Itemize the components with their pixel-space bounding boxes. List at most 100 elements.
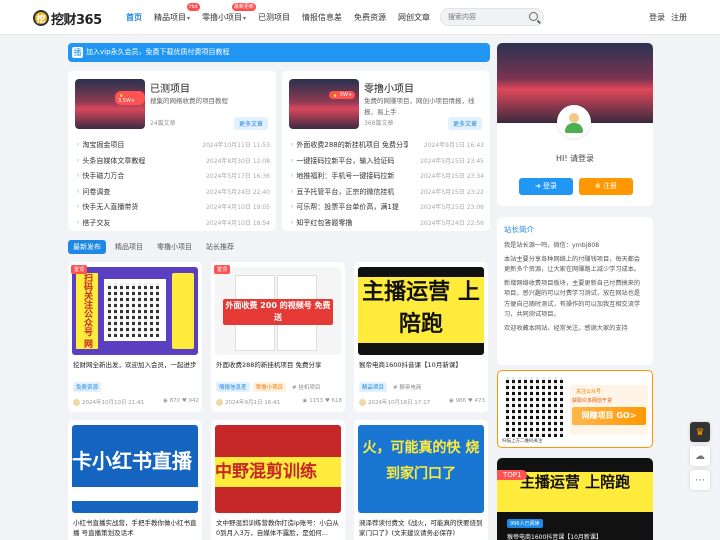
more-articles-button[interactable]: 更多文章 [233, 117, 268, 130]
crown-icon[interactable]: ♛ [690, 422, 710, 442]
post-tag[interactable]: # 挂机项目 [289, 382, 323, 392]
post-thumbnail[interactable]: 外面收费 200 的视频号 免费送 [215, 267, 341, 355]
post-title[interactable]: 外面收费288的新挂机项目 免费分享 [216, 360, 340, 380]
category-thumbnail[interactable]: 🔥 3.5W+ [75, 79, 145, 129]
list-item[interactable]: 问卷调查2024年5月24日 22:40 [76, 185, 270, 201]
like-icon: ♥ [181, 398, 187, 404]
list-item[interactable]: 外面收费288的新挂机项目 免费分享2024年9月1日 16:43 [290, 138, 484, 154]
nav-free[interactable]: 免费资源 [348, 0, 392, 35]
logo-text: 挖财365 [51, 12, 102, 28]
login-link[interactable]: 登录 [649, 13, 665, 22]
list-item[interactable]: 淘宝掘金项目2024年10月11日 11:53 [76, 138, 270, 154]
more-icon[interactable]: ⋯ [690, 470, 710, 490]
top-post-card[interactable]: 主播运营 上陪跑 TOP1 996人已阅读 猴帝电商1600抖音课【10月新课】 [497, 458, 653, 540]
nav-home[interactable]: 首页 [120, 0, 148, 35]
like-count: 618 [331, 398, 343, 404]
intro-paragraph: 本站主要分享各种网络上的付赚钱项目，每天都会更新多个资源，让大家在网赚路上减少学… [504, 255, 641, 274]
wechat-qr-card[interactable]: 扫描上方二维码关注 关注公众号 获取众多网创干货 网赚项目 GO> [497, 370, 653, 448]
list-item[interactable]: 一键接码拉新平台，输入验证码2024年5月25日 23:45 [290, 154, 484, 170]
post-tag[interactable]: 精品项目 [359, 382, 388, 392]
post-card[interactable]: 扫码关注公众号 网创干货不迷路 置顶 挖财网全新出发，欢迎加入会员，一起进步 免… [68, 262, 202, 412]
post-title[interactable]: 挖财网全新出发，欢迎加入会员，一起进步 [73, 360, 197, 380]
nav-articles[interactable]: 网创文章 [392, 0, 436, 35]
post-thumbnail[interactable]: 中野混剪训练 [215, 425, 341, 513]
post-title[interactable]: 文中野混剪训练营教你打造ip账号：小白从0到月入3万，自媒体不露脸，是如何... [216, 518, 340, 538]
promo-text: 关注公众号 [576, 389, 602, 395]
search-box [440, 8, 544, 26]
nav-tested[interactable]: 已测项目 [252, 0, 296, 35]
category-card-zero: 🔥 5W+ 零撸小项目 免费的网赚项目，网创小项目情报，线报，易上手 368篇文… [282, 71, 490, 231]
post-card[interactable]: 主播运营 上陪跑 猴帝电商1600抖音课【10月新课】 精品项目 # 猴帝电商 … [354, 262, 488, 412]
qr-promo: 关注公众号 获取众多网创干货 网赚项目 GO> [570, 385, 648, 435]
nav-featured[interactable]: 精品项目▾ Hot [148, 0, 201, 35]
list-item[interactable]: 地推福利：手机号一键接码拉新2024年5月25日 23:34 [290, 169, 484, 185]
post-thumbnail[interactable]: 扫码关注公众号 网创干货不迷路 [72, 267, 198, 355]
category-title[interactable]: 零撸小项目 [364, 80, 414, 95]
top-post-title[interactable]: 猴帝电商1600抖音课【10月新课】 [507, 532, 602, 540]
site-logo[interactable]: 挖 挖财365 [33, 8, 102, 28]
category-title[interactable]: 已测项目 [150, 80, 190, 95]
search-input[interactable] [441, 9, 521, 25]
search-icon[interactable] [529, 12, 538, 21]
category-thumbnail[interactable]: 🔥 5W+ [289, 79, 359, 129]
post-title[interactable]: 小红书直播实战营，手把手教你做小红书直播 号直播策划及话术 [73, 518, 197, 538]
intro-paragraph: 我是站长源一鸣，微信：ymbj808 [504, 242, 600, 249]
login-button[interactable]: ➜ 登录 [519, 178, 573, 195]
list-item[interactable]: 亘予托管平台，正宗的微信挂机2024年5月25日 23:22 [290, 185, 484, 201]
list-item[interactable]: 知乎红包答题零撸2024年5月24日 22:56 [290, 216, 484, 232]
tab-zero[interactable]: 零撸小项目 [152, 240, 197, 254]
logo-icon: 挖 [33, 10, 49, 26]
register-link[interactable]: 注册 [671, 13, 687, 22]
tab-featured[interactable]: 精品项目 [110, 240, 148, 254]
post-tag[interactable]: 免费资源 [73, 382, 102, 392]
wechat-icon[interactable]: ☁ [690, 446, 710, 466]
chevron-down-icon: ▾ [187, 15, 191, 22]
avatar [359, 399, 366, 406]
nav-info[interactable]: 情报信息差 [296, 0, 348, 35]
post-title[interactable]: 猴帝电商1600抖音课【10月新课】 [359, 360, 483, 380]
post-tags: 情报信息差 零撸小项目 # 挂机项目 [216, 382, 323, 392]
post-image-decoration [172, 273, 194, 349]
list-item[interactable]: 快手无人直播带货2024年4月10日 19:05 [76, 200, 270, 216]
like-count: 473 [474, 398, 486, 404]
post-card[interactable]: 外面收费 200 的视频号 免费送 置顶 外面收费288的新挂机项目 免费分享 … [211, 262, 345, 412]
list-item[interactable]: 可乐帮：投票平台单价高，满1提2024年5月25日 23:06 [290, 200, 484, 216]
post-date: 2024年10月18日 17:17 [368, 400, 431, 406]
promo-banner: 网赚项目 GO> [572, 407, 646, 425]
tab-latest[interactable]: 最新发布 [68, 240, 106, 254]
tab-recommended[interactable]: 站长推荐 [201, 240, 239, 254]
post-tabs: 最新发布 精品项目 零撸小项目 站长推荐 [68, 240, 243, 254]
article-count: 368篇文章 [364, 120, 394, 127]
post-title[interactable]: 濒泽荐读付费文《战火，可能真的快要烧到家门口了》(文末建议请务必保存) [359, 518, 483, 538]
main-nav: 首页 精品项目▾ Hot 零撸小项目▾ 最新更新 已测项目 情报信息差 免费资源 网… [120, 0, 436, 35]
post-card[interactable]: 卡小红书直播 小红书直播实战营，手把手教你做小红书直播 号直播策划及话术 [68, 420, 202, 540]
like-count: 942 [188, 398, 200, 404]
post-card[interactable]: 火，可能真的快 烧到家门口了 濒泽荐读付费文《战火，可能真的快要烧到家门口了》(… [354, 420, 488, 540]
qr-code-icon [104, 279, 166, 341]
category-desc: 免费的网赚项目，网创小项目情报，线报，易上手 [364, 97, 475, 116]
notice-bar[interactable]: 播 加入vip永久会员，免费下载优质付费项目教程 [68, 43, 490, 62]
post-image-text: 火，可能真的快 烧到家门口了 [362, 440, 480, 482]
post-tag[interactable]: 零撸小项目 [252, 382, 287, 392]
chevron-down-icon: ▾ [243, 15, 247, 22]
more-articles-button[interactable]: 更多文章 [447, 117, 482, 130]
view-count: 1153 [309, 398, 324, 404]
site-intro-card: 站长简介 我是站长源一鸣，微信：ymbj808 本站主要分享各种网络上的付赚钱项… [497, 217, 653, 365]
nav-zero-projects[interactable]: 零撸小项目▾ 最新更新 [196, 0, 257, 35]
post-thumbnail[interactable]: 卡小红书直播 [72, 425, 198, 513]
post-tags: 精品项目 # 猴帝电商 [359, 382, 424, 392]
post-tag[interactable]: # 猴帝电商 [390, 382, 424, 392]
post-card[interactable]: 中野混剪训练 文中野混剪训练营教你打造ip账号：小白从0到月入3万，自媒体不露脸… [211, 420, 345, 540]
auth-links: 登录 注册 [649, 0, 693, 35]
eye-icon: ◉ [163, 398, 168, 404]
post-thumbnail[interactable]: 主播运营 上陪跑 [358, 267, 484, 355]
list-item[interactable]: 快手磁力万合2024年5月17日 16:36 [76, 169, 270, 185]
avatar [73, 399, 80, 406]
post-tag[interactable]: 情报信息差 [216, 382, 250, 392]
greeting: HI! 请登录 [555, 154, 595, 163]
register-button[interactable]: ⊕ 注册 [579, 178, 633, 195]
list-item[interactable]: 头条自媒体文章教程2024年8月30日 12:08 [76, 154, 270, 170]
list-item[interactable]: 搭子交友2024年4月10日 18:54 [76, 216, 270, 232]
post-thumbnail[interactable]: 火，可能真的快 烧到家门口了 [358, 425, 484, 513]
avatar[interactable] [557, 105, 591, 139]
